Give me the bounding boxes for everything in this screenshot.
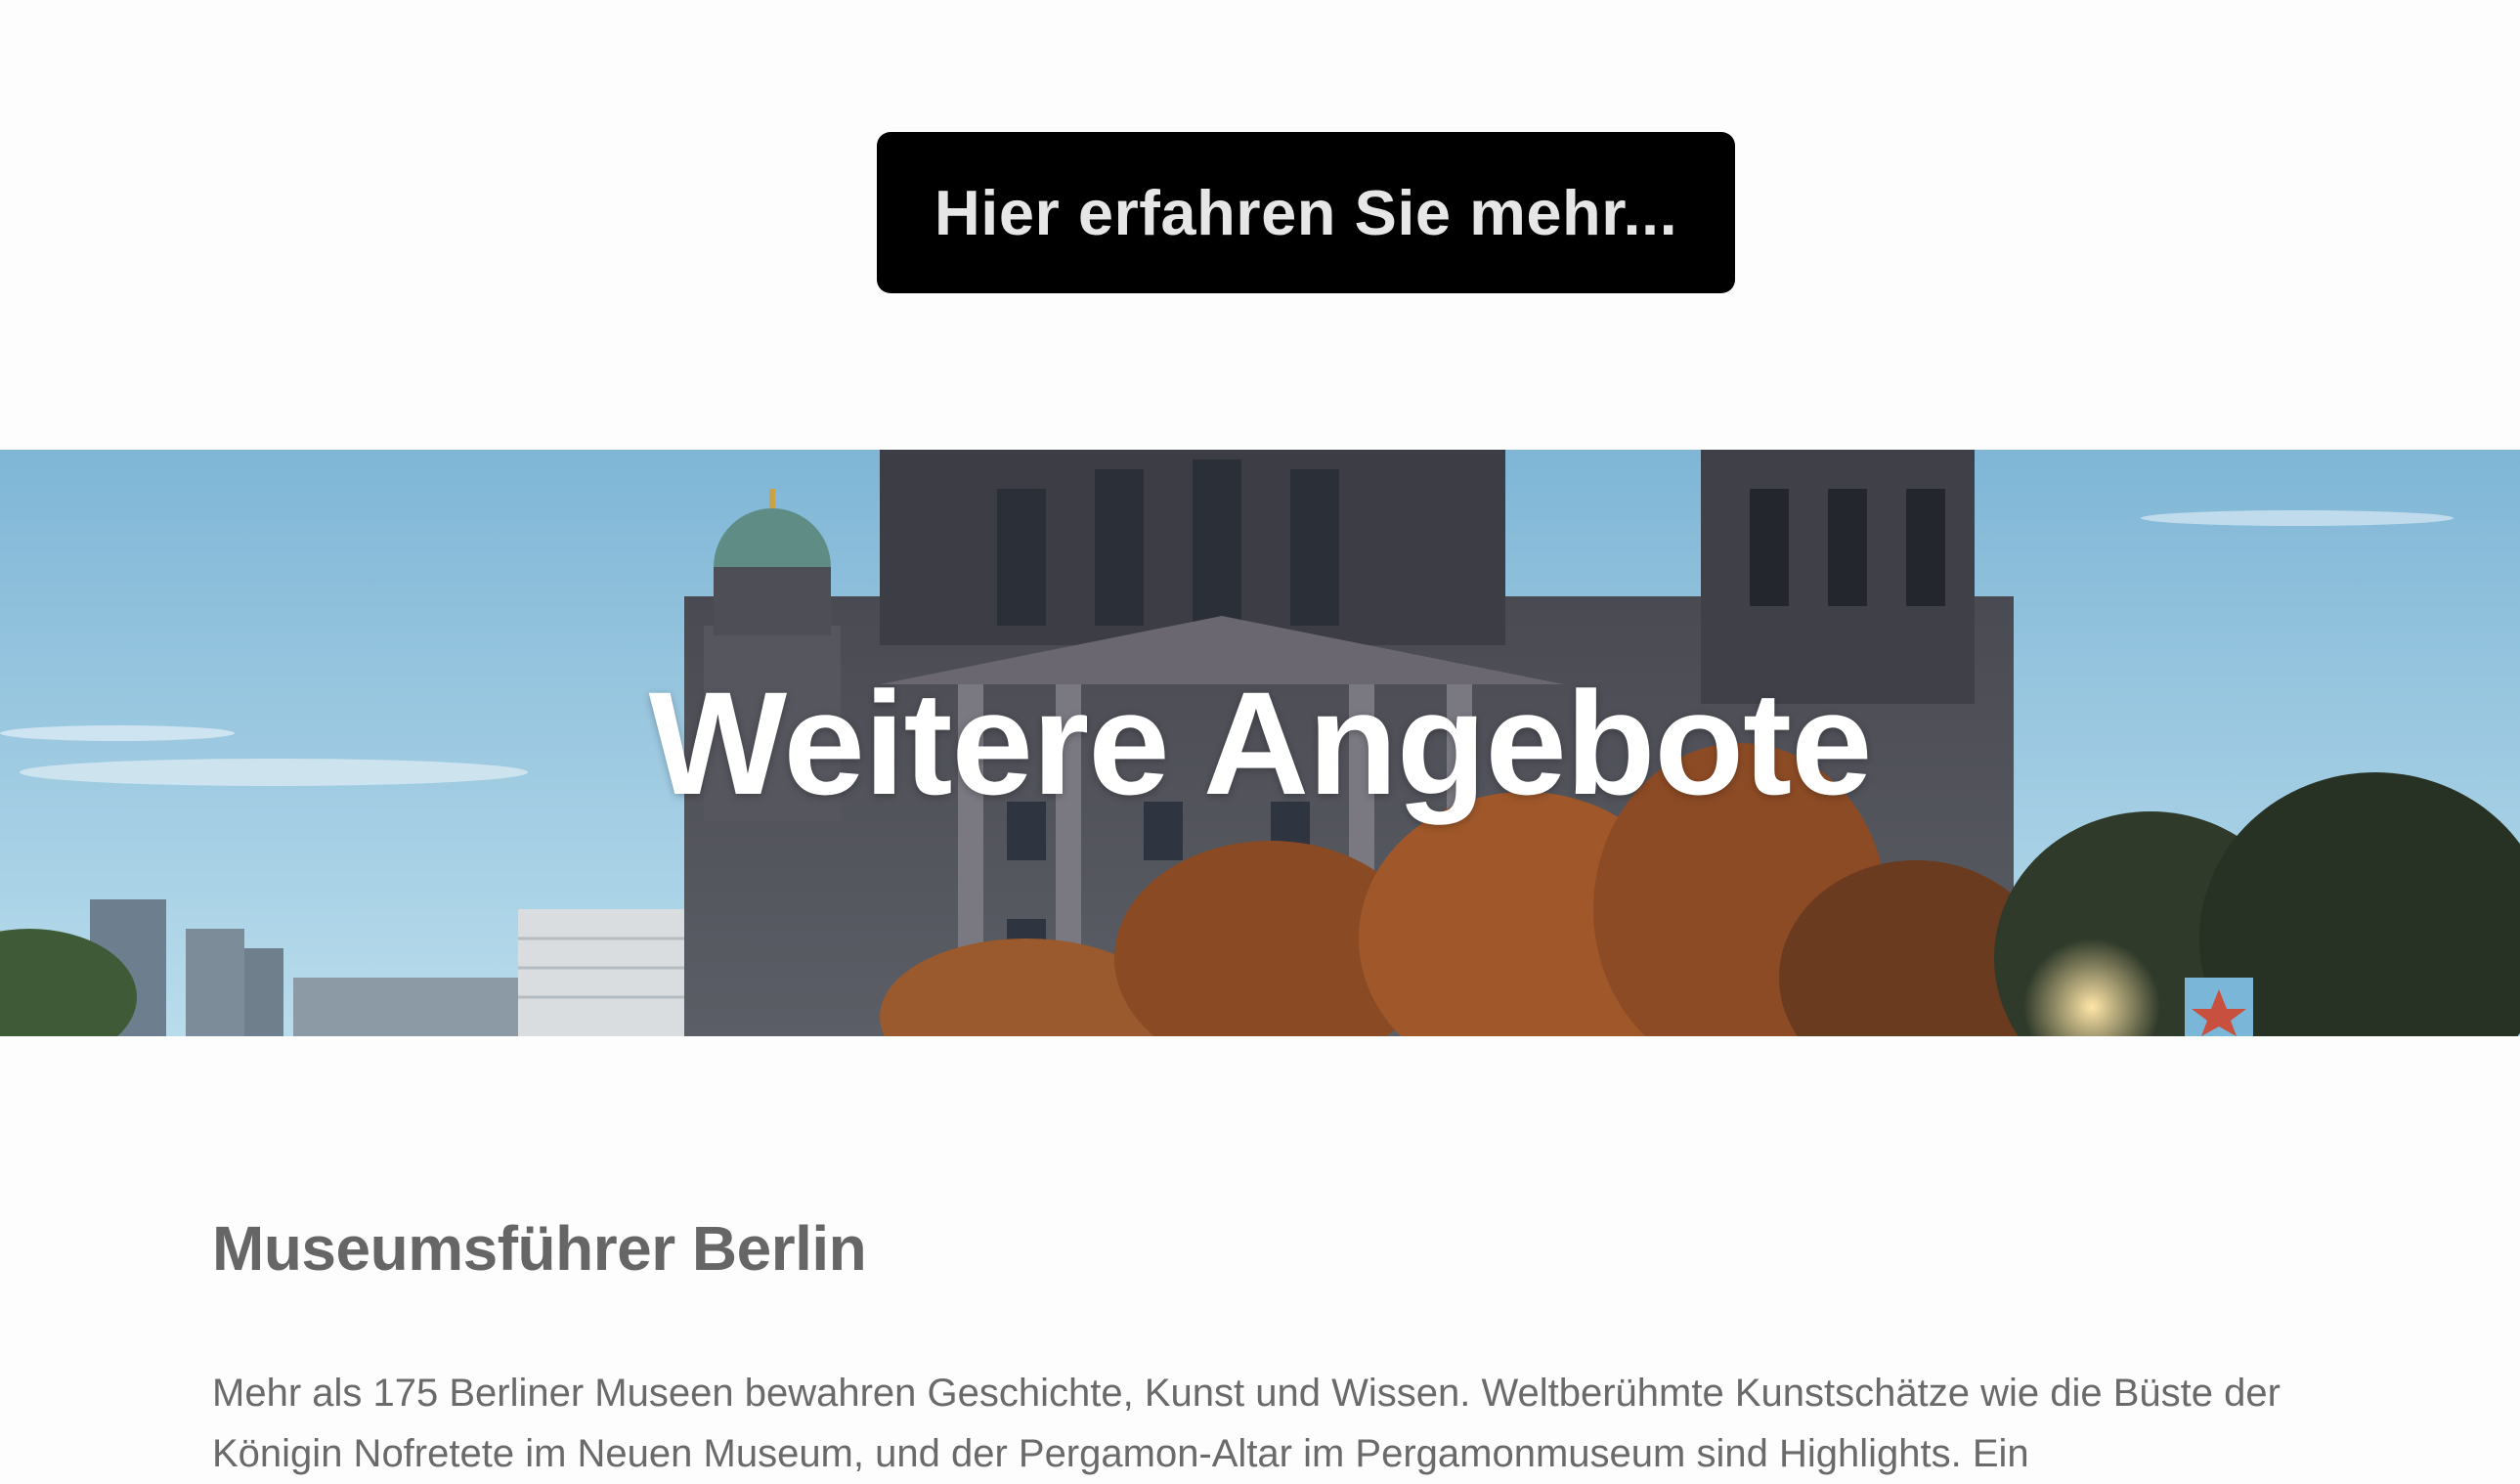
content-section: Museumsführer Berlin Mehr als 175 Berlin… [212,1212,2363,1484]
hero-title: Weitere Angebote [648,660,1873,825]
top-section: Hier erfahren Sie mehr... [0,0,2520,450]
section-heading: Museumsführer Berlin [212,1213,867,1284]
hero-banner: Weitere Angebote [0,450,2520,1036]
learn-more-button[interactable]: Hier erfahren Sie mehr... [877,132,1735,293]
section-paragraph: Mehr als 175 Berliner Museen bewahren Ge… [212,1372,2281,1475]
